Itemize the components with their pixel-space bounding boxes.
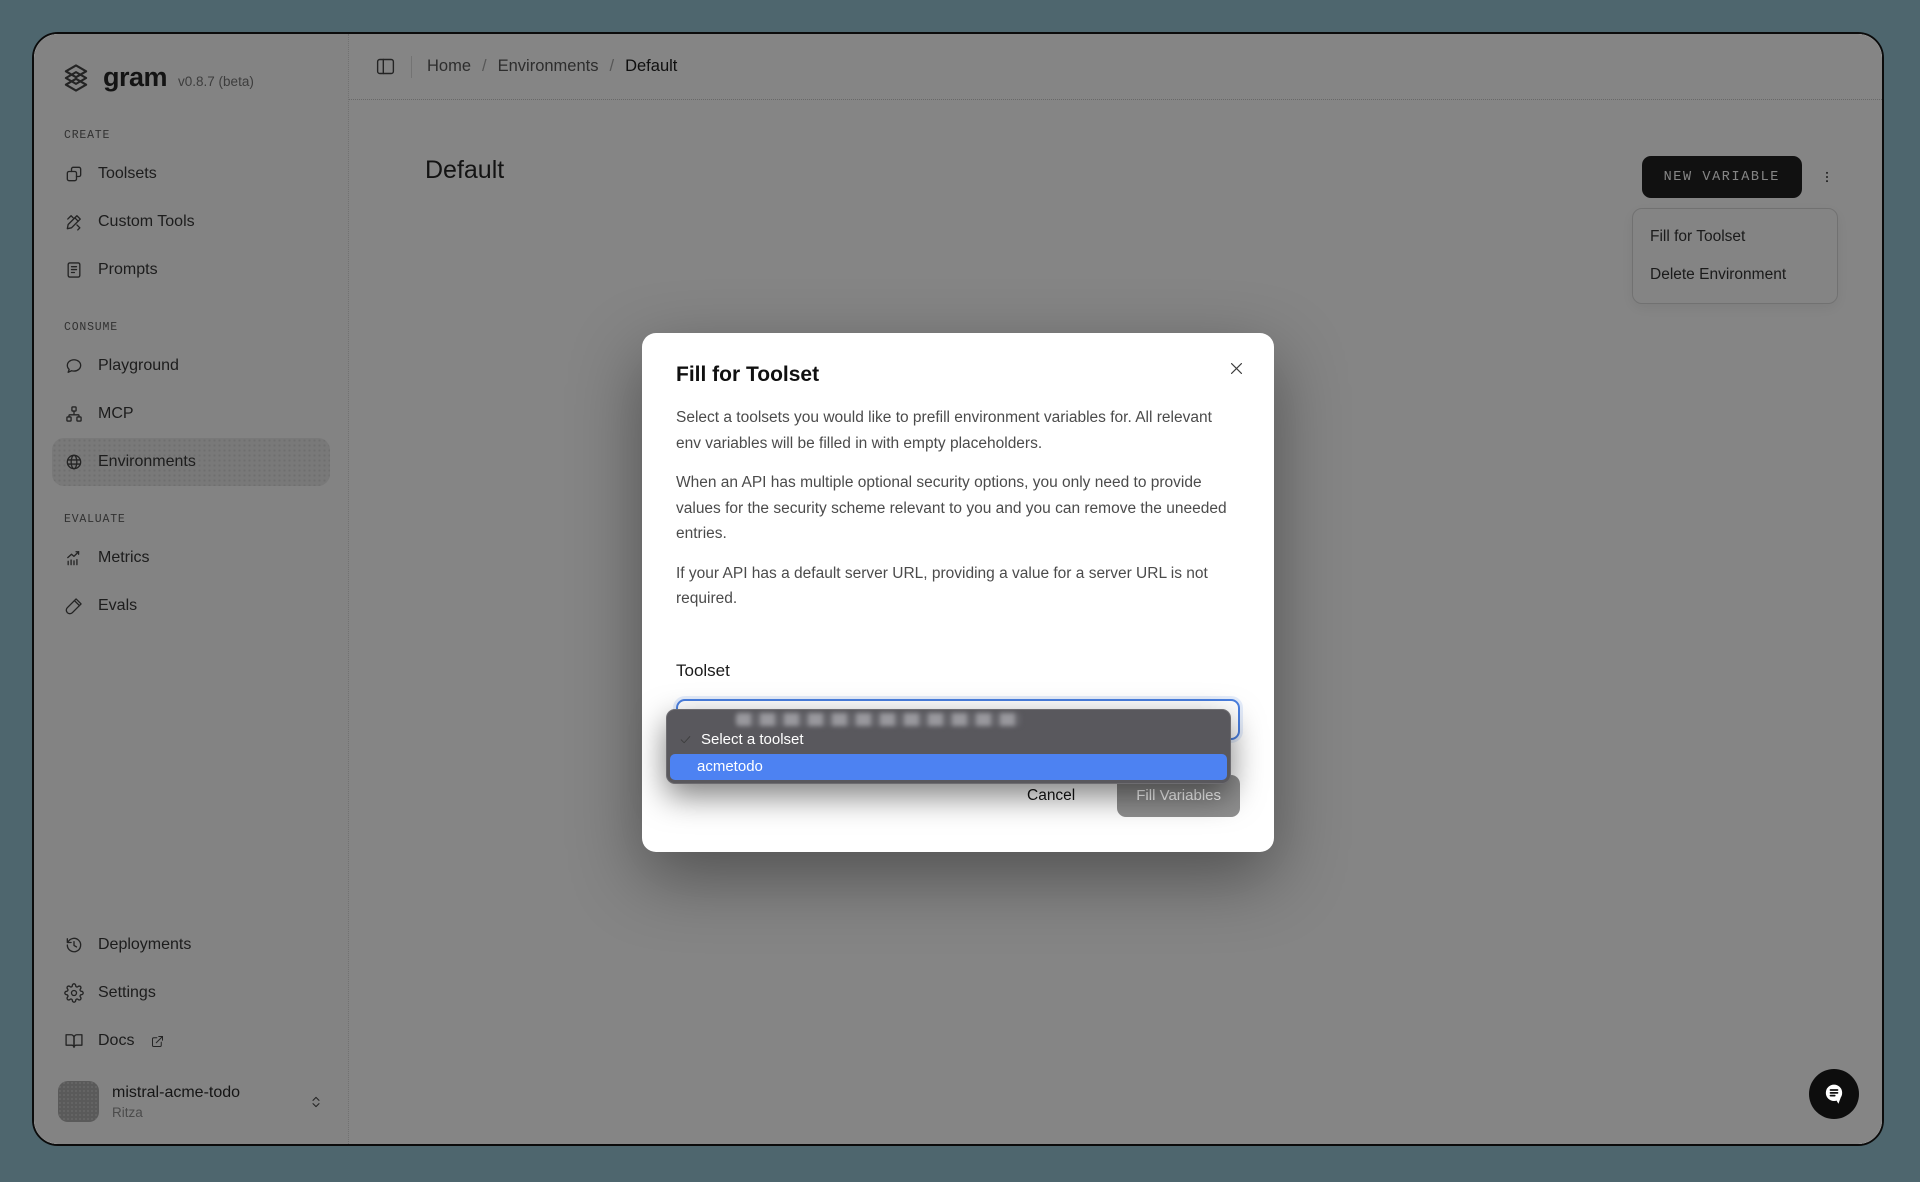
dialog-title: Fill for Toolset — [676, 363, 1240, 387]
chat-bubble-icon — [1820, 1080, 1848, 1108]
fill-for-toolset-dialog: Fill for Toolset Select a toolsets you w… — [642, 333, 1274, 852]
dialog-paragraph: When an API has multiple optional securi… — [676, 470, 1240, 547]
select-value-blur — [736, 713, 1021, 726]
option-label: Select a toolset — [701, 731, 804, 748]
cancel-button[interactable]: Cancel — [1021, 786, 1081, 806]
option-acmetodo[interactable]: acmetodo — [670, 754, 1227, 780]
dialog-paragraph: Select a toolsets you would like to pref… — [676, 405, 1240, 456]
dialog-paragraph: If your API has a default server URL, pr… — [676, 561, 1240, 612]
toolset-select-wrap: Select a toolset acmetodo — [676, 699, 1240, 740]
option-select-a-toolset[interactable]: Select a toolset — [670, 727, 1227, 753]
app-window: gram v0.8.7 (beta) CREATE Toolsets — [32, 32, 1884, 1146]
chat-widget-button[interactable] — [1809, 1069, 1859, 1119]
check-icon — [679, 733, 692, 746]
toolset-field-label: Toolset — [676, 661, 1240, 681]
option-label: acmetodo — [697, 758, 763, 775]
toolset-select-popup: Select a toolset acmetodo — [666, 709, 1231, 784]
close-icon[interactable] — [1224, 356, 1249, 384]
